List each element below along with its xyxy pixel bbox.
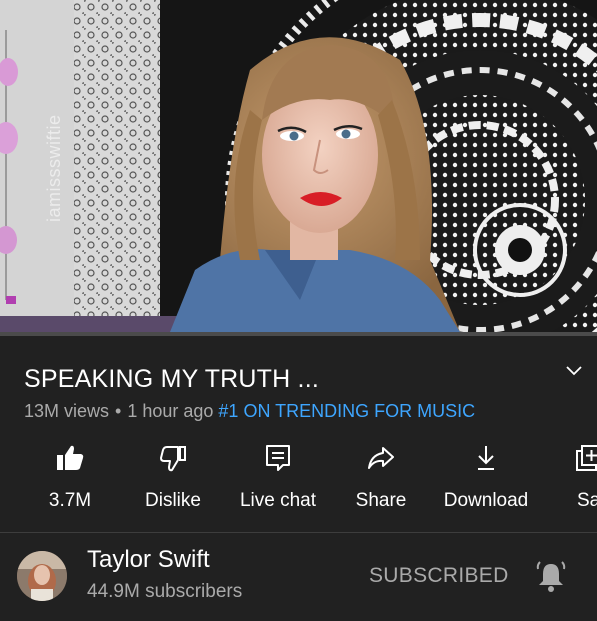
video-meta: 13M views • 1 hour ago #1 ON TRENDING FOR M… [24, 401, 475, 422]
download-button[interactable]: Download [431, 443, 541, 512]
channel-watermark: iamissswiftie [44, 114, 64, 222]
download-label: Download [443, 490, 529, 511]
meta-separator: • [115, 401, 122, 421]
like-count: 3.7M [48, 490, 92, 511]
live-chat-button[interactable]: Live chat [223, 443, 333, 512]
save-playlist-icon [576, 445, 597, 471]
video-player[interactable]: iamissswiftie [0, 0, 597, 336]
notification-bell-ringing-icon[interactable] [535, 560, 567, 594]
upload-time: 1 hour ago [127, 401, 214, 421]
like-button[interactable]: 3.7M [15, 443, 125, 512]
avatar-image [17, 551, 67, 601]
dislike-label: Dislike [145, 490, 201, 511]
video-frame [0, 0, 597, 336]
share-button[interactable]: Share [326, 443, 436, 512]
trending-link[interactable]: #1 ON TRENDING FOR MUSIC [218, 401, 475, 421]
video-info-panel: SPEAKING MY TRUTH ... 13M views • 1 hour a… [0, 336, 597, 621]
share-label: Share [355, 490, 407, 511]
download-icon [478, 446, 494, 470]
channel-name[interactable]: Taylor Swift [87, 546, 210, 574]
chevron-down-icon[interactable] [564, 360, 584, 380]
save-button[interactable]: Sav [574, 443, 597, 512]
dislike-button[interactable]: Dislike [118, 443, 228, 512]
subscriber-count: 44.9M subscribers [87, 581, 243, 602]
live-chat-label: Live chat [239, 490, 317, 511]
live-chat-icon [266, 445, 290, 471]
view-count: 13M views [24, 401, 110, 421]
subscribed-button[interactable]: SUBSCRIBED [369, 564, 509, 588]
save-label: Sav [577, 490, 597, 511]
share-arrow-icon [368, 447, 394, 469]
thumbs-up-filled-icon [57, 445, 84, 470]
channel-avatar[interactable] [17, 551, 67, 601]
thumbs-down-icon [160, 446, 186, 472]
video-title[interactable]: SPEAKING MY TRUTH ... [24, 365, 319, 394]
divider [0, 532, 597, 533]
